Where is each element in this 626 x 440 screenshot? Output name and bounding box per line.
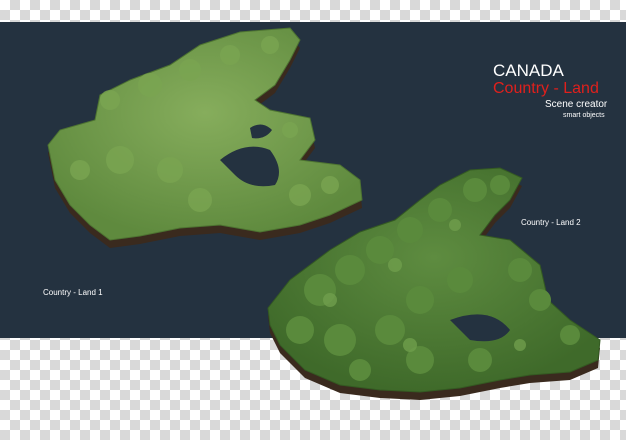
subtitle-country-land: Country - Land xyxy=(493,80,599,97)
caption-land-2: Country - Land 2 xyxy=(521,218,581,227)
title-canada: CANADA xyxy=(493,61,564,80)
smart-objects-label: smart objects xyxy=(563,112,605,119)
title-block: CANADA Country - Land Scene creator smar… xyxy=(493,62,607,120)
caption-land-1: Country - Land 1 xyxy=(43,288,103,297)
scene-creator-label: Scene creator xyxy=(545,99,608,110)
